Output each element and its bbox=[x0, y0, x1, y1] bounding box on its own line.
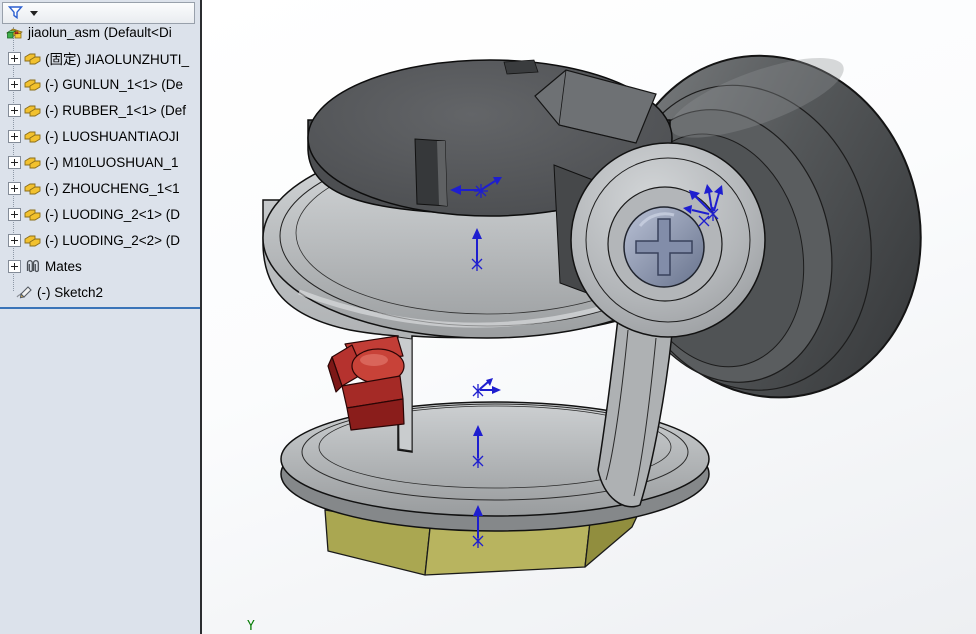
expand-plus-icon[interactable] bbox=[8, 52, 21, 65]
tree-item-gunlun[interactable]: (-) GUNLUN_1<1> (De bbox=[0, 71, 200, 97]
expand-plus-icon[interactable] bbox=[8, 130, 21, 143]
mates-paperclip-icon bbox=[24, 258, 41, 274]
tree-item-label: (-) ZHOUCHENG_1<1 bbox=[45, 181, 180, 196]
tree-item-label: (-) LUOSHUANTIAOJI bbox=[45, 129, 179, 144]
expand-plus-icon[interactable] bbox=[8, 182, 21, 195]
tree-item-assembly-root[interactable]: jiaolun_asm (Default<Di bbox=[0, 19, 200, 45]
tree-divider-line bbox=[0, 307, 200, 309]
rubber-part[interactable] bbox=[328, 336, 404, 430]
expand-plus-icon[interactable] bbox=[8, 78, 21, 91]
expand-plus-icon[interactable] bbox=[8, 260, 21, 273]
tree-item-mates[interactable]: Mates bbox=[0, 253, 200, 279]
cap-slit bbox=[504, 60, 538, 74]
tree-item-luoding-2[interactable]: (-) LUODING_2<2> (D bbox=[0, 227, 200, 253]
tree-item-label: Mates bbox=[45, 259, 82, 274]
part-icon bbox=[24, 233, 41, 248]
part-icon bbox=[24, 103, 41, 118]
tree-item-sketch2[interactable]: (-) Sketch2 bbox=[0, 279, 212, 305]
tree-item-label: (-) RUBBER_1<1> (Def bbox=[45, 103, 186, 118]
tree-item-m10luoshuan[interactable]: (-) M10LUOSHUAN_1 bbox=[0, 149, 200, 175]
sketch-pencil-icon bbox=[15, 284, 33, 300]
part-icon bbox=[24, 207, 41, 222]
part-icon bbox=[24, 155, 41, 170]
part-icon bbox=[24, 51, 41, 66]
tree-item-luoding-1[interactable]: (-) LUODING_2<1> (D bbox=[0, 201, 200, 227]
tree-item-jiaolunzhuti[interactable]: (固定) JIAOLUNZHUTI_ bbox=[0, 45, 200, 71]
feature-tree: jiaolun_asm (Default<Di (固定) JIAOLUNZHUT… bbox=[0, 19, 200, 305]
solidworks-window: { "feature_tree": { "items": [ {"label":… bbox=[0, 0, 976, 634]
filter-dropdown-caret[interactable] bbox=[30, 11, 38, 16]
part-icon bbox=[24, 129, 41, 144]
feature-tree-panel: jiaolun_asm (Default<Di (固定) JIAOLUNZHUT… bbox=[0, 0, 202, 634]
tree-item-label: (固定) JIAOLUNZHUTI_ bbox=[45, 48, 189, 68]
tree-item-label: jiaolun_asm (Default<Di bbox=[28, 25, 172, 40]
part-icon bbox=[24, 77, 41, 92]
tree-item-label: (-) LUODING_2<2> (D bbox=[45, 233, 180, 248]
graphics-viewport[interactable]: Y bbox=[202, 0, 976, 634]
tree-item-zhoucheng[interactable]: (-) ZHOUCHENG_1<1 bbox=[0, 175, 200, 201]
part-icon bbox=[24, 181, 41, 196]
phillips-screw-part[interactable] bbox=[624, 207, 704, 287]
expand-plus-icon[interactable] bbox=[8, 156, 21, 169]
y-axis-label: Y bbox=[247, 619, 255, 634]
tree-item-rubber[interactable]: (-) RUBBER_1<1> (Def bbox=[0, 97, 200, 123]
tree-item-label: (-) M10LUOSHUAN_1 bbox=[45, 155, 179, 170]
tree-item-label: (-) GUNLUN_1<1> (De bbox=[45, 77, 183, 92]
expand-plus-icon[interactable] bbox=[8, 208, 21, 221]
tree-item-luoshuantiaoji[interactable]: (-) LUOSHUANTIAOJI bbox=[0, 123, 200, 149]
tree-item-label: (-) Sketch2 bbox=[37, 285, 103, 300]
tree-item-label: (-) LUODING_2<1> (D bbox=[45, 207, 180, 222]
assembly-icon bbox=[5, 24, 24, 41]
expand-plus-icon[interactable] bbox=[8, 104, 21, 117]
caster-assembly-model[interactable]: Y bbox=[204, 0, 976, 634]
expand-plus-icon[interactable] bbox=[8, 234, 21, 247]
